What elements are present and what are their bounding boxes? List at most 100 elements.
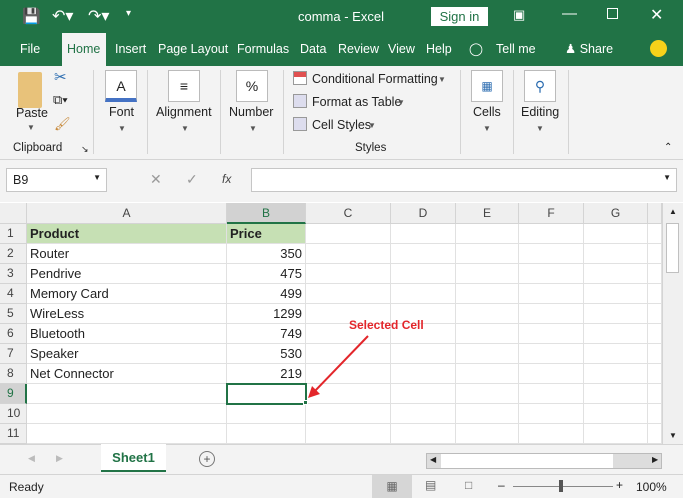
cell-B11[interactable]: [227, 424, 306, 444]
cell-G10[interactable]: [584, 404, 648, 424]
row-header-2[interactable]: 2: [0, 244, 27, 264]
cell-E4[interactable]: [456, 284, 519, 304]
cell-H6[interactable]: [648, 324, 662, 344]
cell-A5[interactable]: WireLess: [27, 304, 227, 324]
alignment-button[interactable]: Alignment: [156, 105, 212, 119]
cell-F4[interactable]: [519, 284, 584, 304]
select-all-corner[interactable]: [0, 203, 27, 224]
smiley-feedback-icon[interactable]: [650, 40, 667, 57]
cell-D7[interactable]: [391, 344, 456, 364]
sheet-tab-sheet1[interactable]: Sheet1: [101, 444, 166, 472]
cell-F7[interactable]: [519, 344, 584, 364]
save-icon[interactable]: 💾: [22, 7, 41, 25]
copy-icon[interactable]: ⧉▾: [53, 92, 68, 108]
cell-G2[interactable]: [584, 244, 648, 264]
close-icon[interactable]: ✕: [650, 5, 663, 25]
conditional-formatting-button[interactable]: Conditional Formatting: [312, 72, 438, 86]
row-header-10[interactable]: 10: [0, 404, 27, 424]
cell-D1[interactable]: [391, 224, 456, 244]
column-header-F[interactable]: F: [519, 203, 584, 224]
cell-G9[interactable]: [584, 384, 648, 404]
tab-review[interactable]: Review: [333, 33, 384, 66]
scroll-right-icon[interactable]: ▶: [652, 455, 658, 464]
cell-B1[interactable]: Price: [227, 224, 306, 244]
cell-G7[interactable]: [584, 344, 648, 364]
row-header-1[interactable]: 1: [0, 224, 27, 244]
cell-G11[interactable]: [584, 424, 648, 444]
editing-button[interactable]: Editing: [521, 105, 559, 119]
cell-H8[interactable]: [648, 364, 662, 384]
tab-help[interactable]: Help: [421, 33, 457, 66]
find-icon[interactable]: ⚲: [524, 70, 556, 102]
horizontal-scrollbar[interactable]: ◀ ▶: [426, 453, 662, 469]
format-painter-icon[interactable]: 🖌: [54, 116, 71, 132]
cell-H3[interactable]: [648, 264, 662, 284]
cell-E2[interactable]: [456, 244, 519, 264]
cell-F1[interactable]: [519, 224, 584, 244]
cell-E10[interactable]: [456, 404, 519, 424]
cell-F9[interactable]: [519, 384, 584, 404]
h-scroll-thumb[interactable]: [441, 454, 613, 468]
maximize-icon[interactable]: [607, 8, 618, 19]
dialog-launcher-icon[interactable]: ↘: [81, 144, 89, 155]
cancel-icon[interactable]: ✕: [150, 171, 162, 188]
scroll-down-icon[interactable]: ▼: [669, 431, 677, 440]
name-box[interactable]: B9 ▼: [6, 168, 107, 192]
tab-page-layout[interactable]: Page Layout: [153, 33, 233, 66]
cell-D3[interactable]: [391, 264, 456, 284]
cell-H11[interactable]: [648, 424, 662, 444]
number-button[interactable]: Number: [229, 105, 273, 119]
cell-B6[interactable]: 749: [227, 324, 306, 344]
cell-A4[interactable]: Memory Card: [27, 284, 227, 304]
cell-B10[interactable]: [227, 404, 306, 424]
row-header-4[interactable]: 4: [0, 284, 27, 304]
cell-H5[interactable]: [648, 304, 662, 324]
cell-F6[interactable]: [519, 324, 584, 344]
cell-A9[interactable]: [27, 384, 227, 404]
cells-icon[interactable]: ▦: [471, 70, 503, 102]
insert-function-icon[interactable]: fx: [222, 172, 231, 186]
row-header-6[interactable]: 6: [0, 324, 27, 344]
expand-formula-icon[interactable]: ▼: [663, 173, 671, 182]
zoom-level[interactable]: 100%: [636, 480, 667, 494]
cell-E8[interactable]: [456, 364, 519, 384]
zoom-out-icon[interactable]: –: [498, 478, 505, 492]
tab-view[interactable]: View: [383, 33, 420, 66]
format-as-table-button[interactable]: Format as Table: [312, 95, 401, 109]
row-header-3[interactable]: 3: [0, 264, 27, 284]
cell-C8[interactable]: [306, 364, 391, 384]
customize-qat-icon[interactable]: ▾: [126, 8, 131, 19]
paste-dropdown-icon[interactable]: ▼: [27, 123, 35, 132]
cell-F8[interactable]: [519, 364, 584, 384]
cell-styles-button[interactable]: Cell Styles: [312, 118, 371, 132]
tab-formulas[interactable]: Formulas: [232, 33, 294, 66]
cell-F10[interactable]: [519, 404, 584, 424]
cell-A11[interactable]: [27, 424, 227, 444]
cell-E3[interactable]: [456, 264, 519, 284]
tab-file[interactable]: File: [15, 33, 45, 66]
cell-H2[interactable]: [648, 244, 662, 264]
cell-A1[interactable]: Product: [27, 224, 227, 244]
formula-input[interactable]: ▼: [251, 168, 677, 192]
cells-button[interactable]: Cells: [473, 105, 501, 119]
next-sheet-icon[interactable]: ▶: [56, 453, 63, 464]
selected-cell-border[interactable]: [226, 383, 307, 405]
cell-C4[interactable]: [306, 284, 391, 304]
cell-F2[interactable]: [519, 244, 584, 264]
number-icon[interactable]: %: [236, 70, 268, 102]
paste-icon[interactable]: [18, 72, 42, 108]
column-header-A[interactable]: A: [27, 203, 227, 224]
cell-C11[interactable]: [306, 424, 391, 444]
cell-G3[interactable]: [584, 264, 648, 284]
cut-icon[interactable]: ✂: [54, 68, 67, 86]
zoom-in-icon[interactable]: +: [616, 478, 623, 492]
cell-A6[interactable]: Bluetooth: [27, 324, 227, 344]
sign-in-button[interactable]: Sign in: [431, 7, 488, 26]
zoom-slider[interactable]: [513, 486, 613, 487]
cell-H7[interactable]: [648, 344, 662, 364]
cell-G5[interactable]: [584, 304, 648, 324]
cell-A2[interactable]: Router: [27, 244, 227, 264]
cell-G6[interactable]: [584, 324, 648, 344]
cell-D10[interactable]: [391, 404, 456, 424]
scroll-up-icon[interactable]: ▲: [669, 207, 677, 216]
